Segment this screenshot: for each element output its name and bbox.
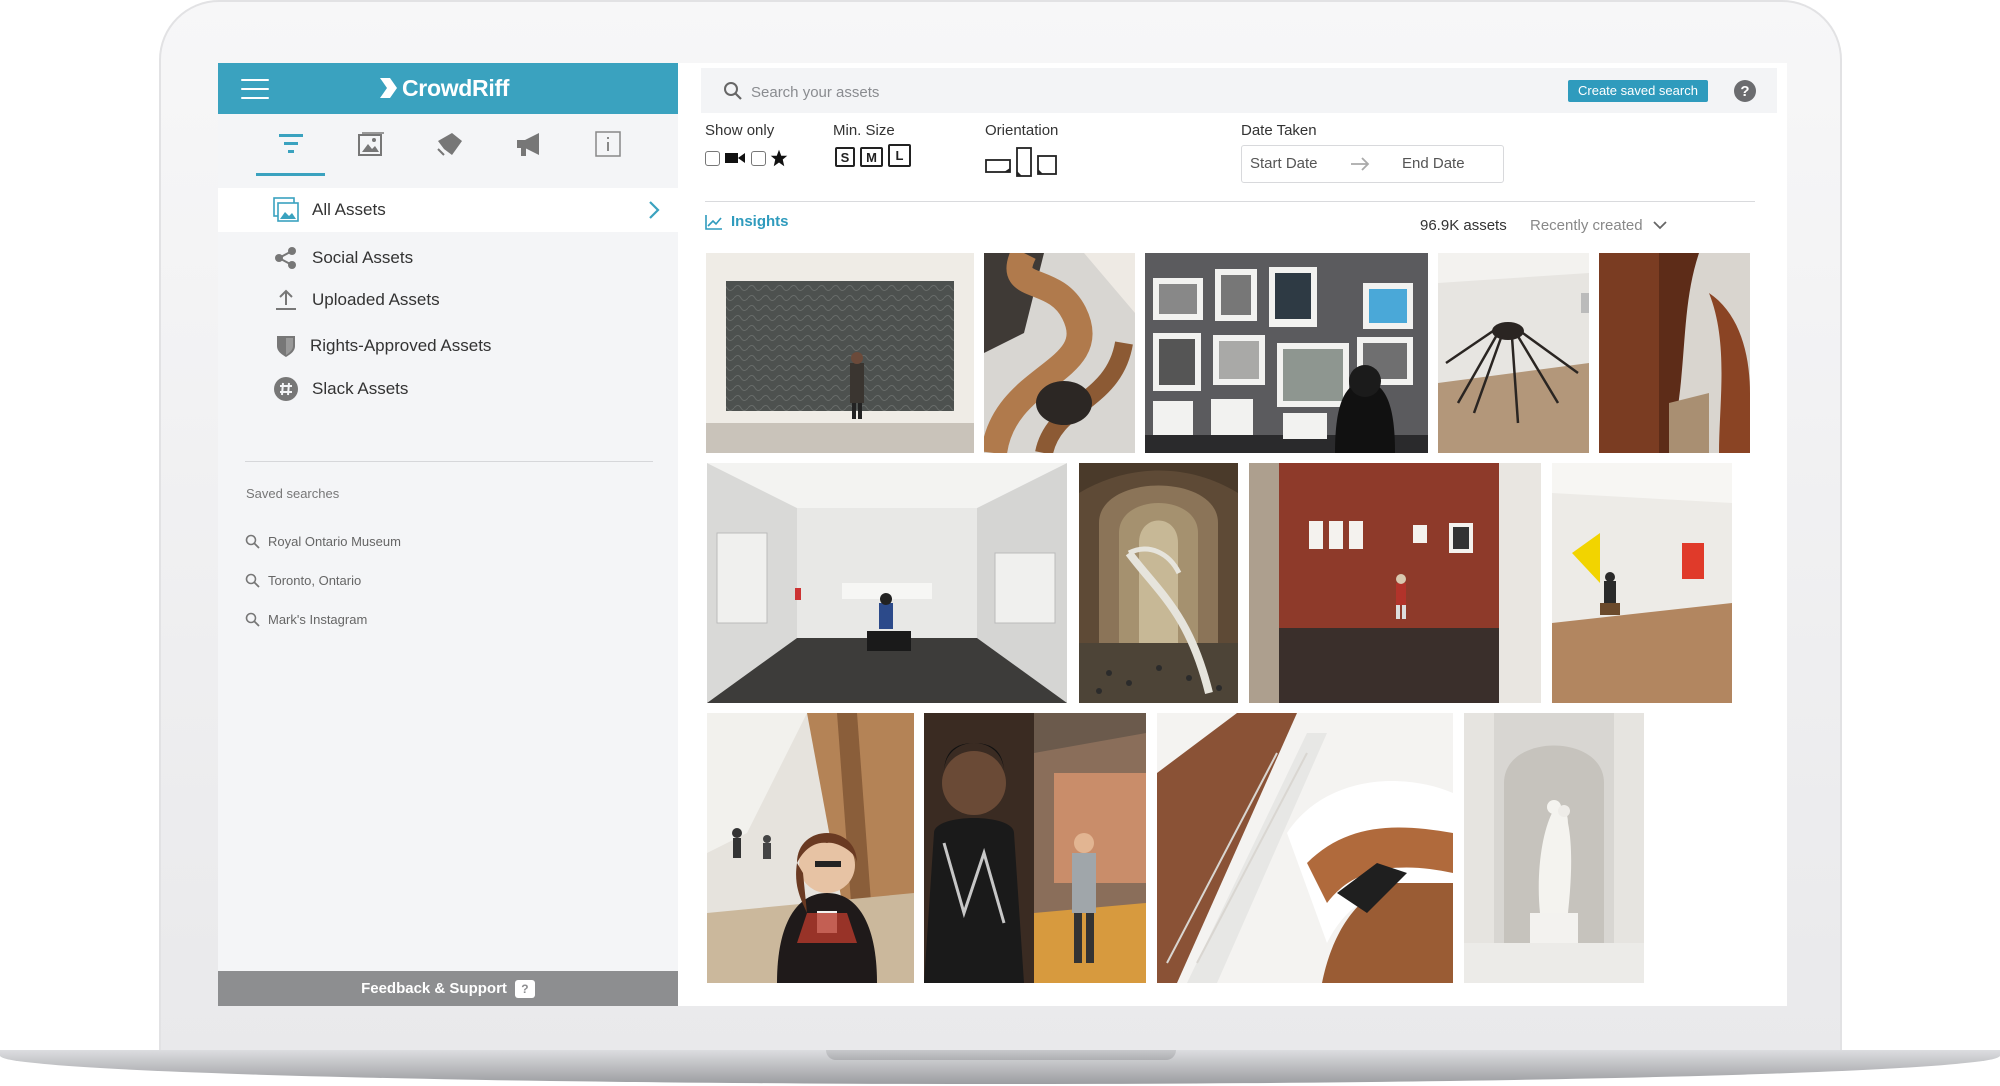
asset-count: 96.9K assets bbox=[1420, 217, 1507, 234]
upload-icon bbox=[272, 286, 300, 314]
line-chart-icon bbox=[705, 214, 722, 230]
create-saved-search-button[interactable]: Create saved search bbox=[1568, 80, 1708, 102]
search-icon bbox=[245, 534, 260, 549]
saved-searches-title: Saved searches bbox=[246, 486, 340, 501]
saved-search-item[interactable]: Mark's Instagram bbox=[245, 609, 367, 629]
sidebar-item-rights-approved-assets[interactable]: Rights-Approved Assets bbox=[218, 324, 678, 368]
photo-tile[interactable] bbox=[1157, 713, 1453, 983]
video-camera-icon bbox=[725, 153, 745, 163]
portrait-orientation-icon[interactable] bbox=[1016, 147, 1032, 177]
search-bar: Create saved search ? bbox=[701, 68, 1777, 113]
filters-icon[interactable] bbox=[273, 126, 309, 162]
photo-tile[interactable] bbox=[1249, 463, 1541, 703]
laptop-notch bbox=[826, 1050, 1176, 1060]
sidebar-item-label: Slack Assets bbox=[312, 379, 409, 398]
sidebar-divider bbox=[245, 461, 653, 462]
saved-search-item[interactable]: Royal Ontario Museum bbox=[245, 531, 401, 551]
sidebar-item-label: Social Assets bbox=[312, 248, 414, 267]
photo-tile[interactable] bbox=[1145, 253, 1428, 453]
size-small-button[interactable]: S bbox=[835, 147, 855, 167]
brand-logo[interactable]: CrowdRiff bbox=[378, 72, 509, 104]
photo-tile[interactable] bbox=[1464, 713, 1644, 983]
orientation-label: Orientation bbox=[985, 122, 1059, 139]
photo-tile[interactable] bbox=[707, 463, 1067, 703]
feedback-support-button[interactable]: Feedback & Support ? bbox=[218, 971, 678, 1006]
start-date-field[interactable]: Start Date bbox=[1250, 155, 1318, 172]
date-range-picker: Start Date End Date bbox=[1241, 145, 1504, 183]
photo-tile[interactable] bbox=[1599, 253, 1750, 453]
active-tab-indicator bbox=[256, 173, 325, 176]
min-size-label: Min. Size bbox=[833, 122, 895, 139]
question-icon: ? bbox=[514, 979, 535, 998]
photo-tile[interactable] bbox=[984, 253, 1135, 453]
slack-icon bbox=[272, 375, 300, 403]
video-checkbox[interactable] bbox=[705, 151, 720, 166]
sidebar-item-social-assets[interactable]: Social Assets bbox=[218, 236, 678, 280]
crowdriff-logo-icon bbox=[380, 78, 397, 98]
landscape-orientation-icon[interactable] bbox=[985, 159, 1011, 173]
sort-dropdown[interactable]: Recently created bbox=[1530, 217, 1667, 234]
feedback-label: Feedback & Support bbox=[361, 980, 507, 997]
share-icon bbox=[272, 244, 300, 272]
app-screen: CrowdRiff All Assets Social Assets Uploa… bbox=[218, 63, 1787, 1006]
photo-tile[interactable] bbox=[924, 713, 1146, 983]
sidebar: CrowdRiff All Assets Social Assets Uploa… bbox=[218, 63, 678, 1006]
end-date-field[interactable]: End Date bbox=[1402, 155, 1465, 172]
sidebar-item-all-assets[interactable]: All Assets bbox=[218, 188, 678, 232]
show-only-label: Show only bbox=[705, 122, 775, 139]
photo-tile[interactable] bbox=[707, 713, 914, 983]
sort-label: Recently created bbox=[1530, 217, 1643, 234]
photo-tile[interactable] bbox=[1079, 463, 1238, 703]
info-icon[interactable] bbox=[590, 126, 626, 162]
saved-search-label: Mark's Instagram bbox=[268, 611, 368, 627]
search-icon bbox=[245, 573, 260, 588]
saved-search-label: Royal Ontario Museum bbox=[268, 533, 401, 549]
image-library-icon bbox=[272, 196, 300, 224]
arrow-right-icon bbox=[1351, 157, 1370, 171]
photo-tile[interactable] bbox=[1438, 253, 1589, 453]
search-icon bbox=[245, 612, 260, 627]
saved-search-label: Toronto, Ontario bbox=[268, 572, 362, 588]
insights-label: Insights bbox=[731, 213, 789, 230]
star-icon bbox=[770, 149, 788, 167]
campaigns-icon[interactable] bbox=[432, 126, 468, 162]
filters-divider bbox=[705, 201, 1755, 202]
saved-search-item[interactable]: Toronto, Ontario bbox=[245, 570, 361, 590]
square-orientation-icon[interactable] bbox=[1037, 155, 1057, 175]
date-taken-label: Date Taken bbox=[1241, 122, 1317, 139]
chevron-down-icon bbox=[1652, 221, 1667, 230]
sidebar-tab-row bbox=[218, 114, 678, 176]
photo-tile[interactable] bbox=[706, 253, 974, 453]
sidebar-item-label: All Assets bbox=[312, 200, 386, 219]
shield-icon bbox=[272, 332, 300, 360]
insights-link[interactable]: Insights bbox=[705, 213, 789, 230]
sidebar-item-uploaded-assets[interactable]: Uploaded Assets bbox=[218, 278, 678, 322]
sidebar-item-label: Uploaded Assets bbox=[312, 290, 440, 309]
search-icon bbox=[724, 82, 742, 100]
galleries-icon[interactable] bbox=[353, 126, 389, 162]
search-input[interactable] bbox=[749, 76, 1453, 108]
sidebar-item-slack-assets[interactable]: Slack Assets bbox=[218, 367, 678, 411]
featured-checkbox[interactable] bbox=[751, 151, 766, 166]
size-large-button[interactable]: L bbox=[888, 144, 911, 167]
sidebar-header: CrowdRiff bbox=[218, 63, 678, 114]
help-icon[interactable]: ? bbox=[1734, 80, 1756, 102]
sidebar-item-label: Rights-Approved Assets bbox=[310, 336, 492, 355]
megaphone-icon[interactable] bbox=[511, 126, 547, 162]
chevron-right-icon bbox=[649, 201, 660, 219]
brand-name: CrowdRiff bbox=[402, 74, 510, 101]
hamburger-menu-icon[interactable] bbox=[241, 79, 269, 99]
photo-tile[interactable] bbox=[1552, 463, 1732, 703]
main-panel: Create saved search ? Show only Min. Siz… bbox=[678, 63, 1787, 1006]
size-medium-button[interactable]: M bbox=[860, 147, 883, 167]
